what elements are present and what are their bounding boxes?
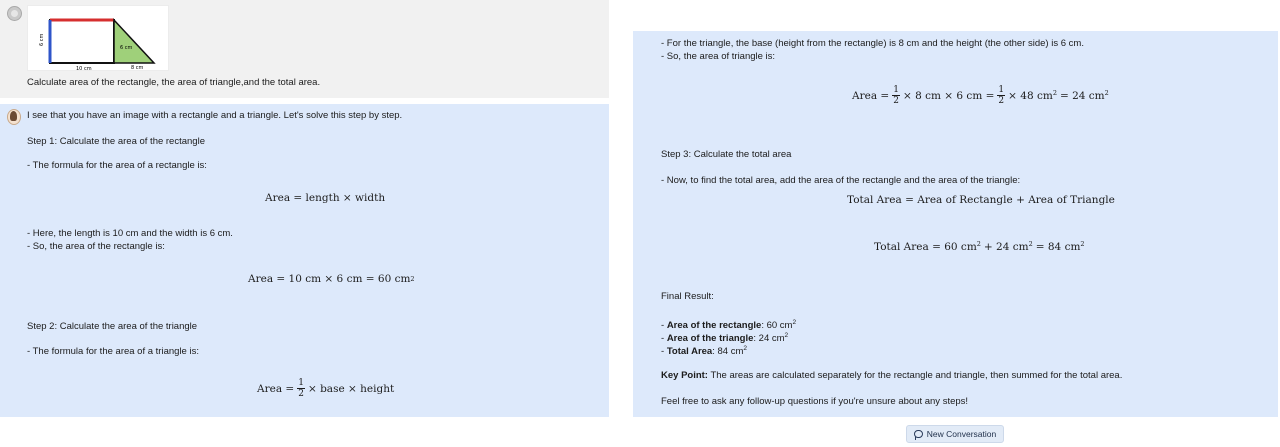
- assistant-intro: I see that you have an image with a rect…: [27, 110, 403, 121]
- user-message: 6 cm 10 cm 6 cm 8 cm Calculate area of t…: [0, 0, 609, 98]
- one-half-fraction: 12: [297, 378, 305, 399]
- total-calc: Total Area = 60 cm2 + 24 cm2 = 84 cm2: [874, 240, 1085, 253]
- step1-heading: Step 1: Calculate the area of the rectan…: [27, 136, 205, 147]
- tri-side-label: 6 cm: [120, 45, 133, 51]
- total-formula: Total Area = Area of Rectangle + Area of…: [847, 194, 1115, 206]
- rect-side-label: 6 cm: [39, 33, 45, 46]
- chat-left-column: 6 cm 10 cm 6 cm 8 cm Calculate area of t…: [0, 0, 609, 447]
- key-point: Key Point: The areas are calculated sepa…: [661, 370, 1123, 381]
- follow-up-text: Feel free to ask any follow-up questions…: [661, 396, 969, 407]
- assistant-avatar: [7, 109, 21, 125]
- new-conversation-button[interactable]: New Conversation: [906, 425, 1004, 443]
- rect-bottom-label: 10 cm: [76, 66, 92, 72]
- tri-dimensions-line: - For the triangle, the base (height fro…: [661, 38, 1084, 49]
- assistant-message-continued: - For the triangle, the base (height fro…: [633, 31, 1278, 417]
- result-total: - Total Area: 84 cm2: [661, 345, 747, 357]
- rect-dimensions-line: - Here, the length is 10 cm and the widt…: [27, 228, 233, 239]
- tri-area-calc: Area = 12 × 8 cm × 6 cm = 12 × 48 cm2 = …: [852, 85, 1109, 106]
- assistant-message: I see that you have an image with a rect…: [0, 104, 609, 417]
- tri-formula-intro: - The formula for the area of a triangle…: [27, 346, 199, 357]
- rect-formula: Area = length × width: [265, 192, 386, 204]
- tri-bottom-label: 8 cm: [131, 65, 144, 71]
- shapes-figure: 6 cm 10 cm 6 cm 8 cm: [39, 18, 156, 72]
- total-intro: - Now, to find the total area, add the a…: [661, 175, 1021, 186]
- step3-heading: Step 3: Calculate the total area: [661, 149, 792, 160]
- tri-formula: Area = 12 × base × height: [257, 378, 395, 399]
- rect-area-intro: - So, the area of the rectangle is:: [27, 241, 165, 252]
- rect-area-calc: Area = 10 cm × 6 cm = 60 cm 2: [248, 273, 415, 285]
- uploaded-image-thumbnail[interactable]: 6 cm 10 cm 6 cm 8 cm: [27, 5, 169, 72]
- new-conversation-label: New Conversation: [926, 429, 997, 439]
- chat-bubble-icon: [913, 430, 923, 440]
- step2-heading: Step 2: Calculate the area of the triang…: [27, 321, 198, 332]
- user-prompt: Calculate area of the rectangle, the are…: [27, 77, 321, 88]
- rect-formula-intro: - The formula for the area of a rectangl…: [27, 160, 207, 171]
- final-result-heading: Final Result:: [661, 291, 714, 302]
- user-avatar: [7, 6, 22, 21]
- tri-area-intro: - So, the area of triangle is:: [661, 51, 776, 62]
